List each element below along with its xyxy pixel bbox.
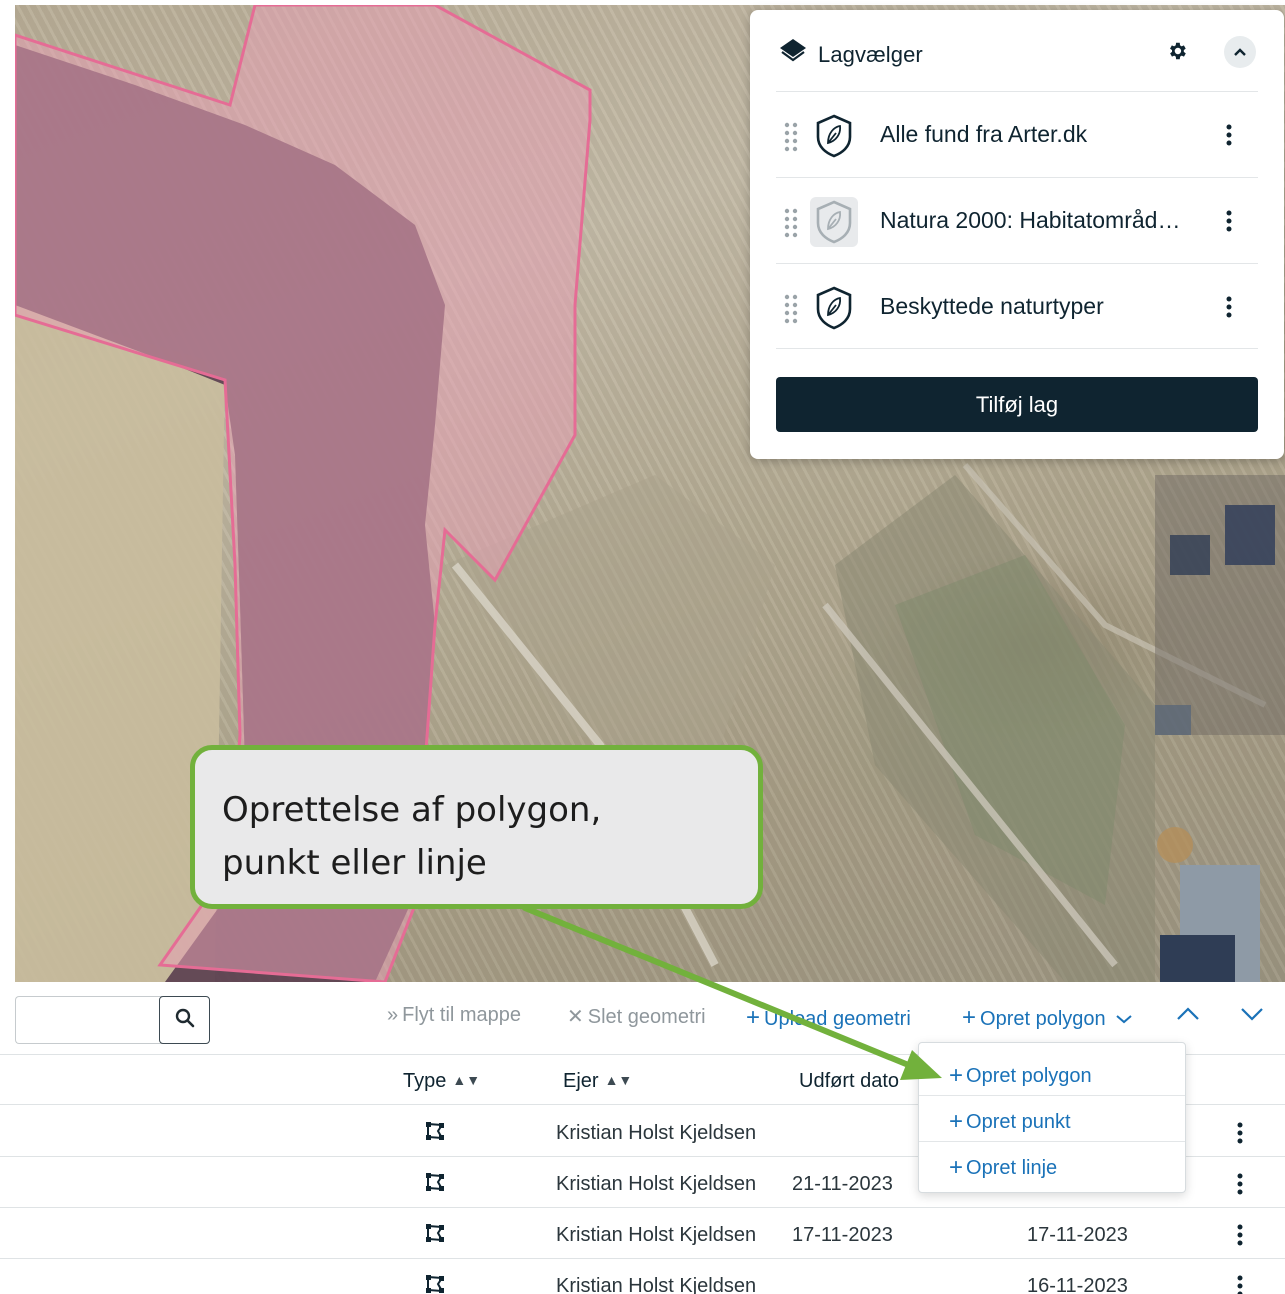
search-button[interactable]	[159, 996, 210, 1044]
layer-item-arter[interactable]: Alle fund fra Arter.dk	[776, 91, 1258, 177]
create-polygon-dropdown-button[interactable]: + Opret polygon	[962, 1004, 1133, 1032]
layer-label: Alle fund fra Arter.dk	[880, 121, 1088, 147]
search-input[interactable]	[15, 996, 165, 1044]
column-header-completed-date[interactable]: Udført dato	[799, 1070, 899, 1093]
chevron-down-icon[interactable]	[1240, 1006, 1264, 1027]
delete-geometry-button[interactable]: ✕ Slet geometri	[567, 1004, 706, 1029]
close-icon: ✕	[567, 1006, 584, 1028]
drag-handle-icon[interactable]	[784, 294, 798, 329]
polygon-type-icon	[425, 1172, 445, 1197]
menu-item-create-line[interactable]: + Opret linje	[919, 1142, 1185, 1188]
collapse-chevron-up-icon[interactable]	[1224, 36, 1256, 68]
layer-panel-header: Lagvælger	[776, 34, 1258, 74]
layer-selector-panel: Lagvælger Alle fund fra Arter.dk Natura …	[750, 10, 1284, 459]
annotation-callout: Oprettelse af polygon, punkt eller linje	[190, 745, 763, 909]
delete-geometry-label: Slet geometri	[587, 1006, 706, 1028]
layer-item-beskyttede-naturtyper[interactable]: Beskyttede naturtyper	[776, 263, 1258, 349]
table-row[interactable]: Kristian Holst Kjeldsen 17-11-2023 17-11…	[0, 1208, 1285, 1259]
move-to-folder-button[interactable]: » Flyt til mappe	[387, 1004, 521, 1027]
sort-icon: ▲▼	[452, 1072, 481, 1088]
plus-icon: +	[949, 1108, 964, 1135]
layer-panel-title: Lagvælger	[818, 42, 923, 67]
date-cell: 16-11-2023	[1027, 1275, 1128, 1294]
column-header-label: Ejer	[563, 1070, 599, 1092]
column-header-label: Type	[403, 1070, 447, 1092]
plus-icon: +	[949, 1154, 964, 1181]
drag-handle-icon[interactable]	[784, 208, 798, 243]
date-cell: 21-11-2023	[792, 1173, 893, 1195]
polygon-type-icon	[425, 1223, 445, 1248]
row-menu-kebab-icon[interactable]	[1228, 1120, 1252, 1146]
chevron-up-icon[interactable]	[1176, 1006, 1200, 1027]
plus-icon: +	[962, 1004, 977, 1031]
sort-icon: ▲▼	[604, 1072, 633, 1088]
date-cell: 17-11-2023	[792, 1224, 893, 1246]
row-menu-kebab-icon[interactable]	[1228, 1171, 1252, 1197]
layer-menu-kebab-icon[interactable]	[1216, 292, 1242, 322]
layer-label: Natura 2000: Habitatområd…	[880, 207, 1181, 233]
search-icon	[175, 1008, 195, 1033]
upload-geometry-label: Upload geometri	[764, 1008, 911, 1030]
row-menu-kebab-icon[interactable]	[1228, 1222, 1252, 1248]
shield-leaf-icon	[810, 283, 858, 333]
layer-item-natura2000[interactable]: Natura 2000: Habitatområd…	[776, 177, 1258, 263]
double-chevron-right-icon: »	[387, 1004, 399, 1026]
column-header-owner[interactable]: Ejer ▲▼	[563, 1070, 632, 1093]
callout-line: punkt eller linje	[222, 843, 487, 883]
callout-line: Oprettelse af polygon,	[222, 790, 602, 830]
table-row[interactable]: Kristian Holst Kjeldsen 16-11-2023	[0, 1259, 1285, 1294]
layer-label: Beskyttede naturtyper	[880, 293, 1104, 319]
menu-item-create-polygon[interactable]: + Opret polygon	[919, 1050, 1185, 1096]
layer-menu-kebab-icon[interactable]	[1216, 120, 1242, 150]
column-header-type[interactable]: Type ▲▼	[403, 1070, 480, 1093]
chevron-down-icon	[1116, 1015, 1132, 1024]
callout-text: Oprettelse af polygon, punkt eller linje	[222, 784, 601, 890]
owner-cell: Kristian Holst Kjeldsen	[556, 1224, 757, 1246]
menu-item-label: Opret linje	[966, 1157, 1058, 1179]
create-polygon-label: Opret polygon	[980, 1008, 1106, 1030]
create-geometry-dropdown-menu: + Opret polygon + Opret punkt + Opret linje	[918, 1042, 1186, 1193]
drag-handle-icon[interactable]	[784, 122, 798, 157]
upload-geometry-button[interactable]: + Upload geometri	[746, 1004, 911, 1032]
row-menu-kebab-icon[interactable]	[1228, 1273, 1252, 1294]
shield-leaf-icon	[810, 111, 858, 161]
plus-icon: +	[746, 1004, 761, 1031]
add-layer-button[interactable]: Tilføj lag	[776, 377, 1258, 432]
column-header-label: Udført dato	[799, 1070, 900, 1092]
date-cell: 17-11-2023	[1027, 1224, 1128, 1246]
menu-item-create-point[interactable]: + Opret punkt	[919, 1096, 1185, 1142]
owner-cell: Kristian Holst Kjeldsen	[556, 1173, 757, 1195]
shield-leaf-icon	[810, 197, 858, 247]
layer-menu-kebab-icon[interactable]	[1216, 206, 1242, 236]
panel-divider	[776, 348, 1258, 349]
settings-gear-icon[interactable]	[1162, 36, 1192, 66]
polygon-type-icon	[425, 1274, 445, 1294]
owner-cell: Kristian Holst Kjeldsen	[556, 1275, 757, 1294]
owner-cell: Kristian Holst Kjeldsen	[556, 1122, 757, 1144]
move-to-folder-label: Flyt til mappe	[402, 1004, 522, 1026]
polygon-type-icon	[425, 1121, 445, 1146]
plus-icon: +	[949, 1062, 964, 1089]
menu-item-label: Opret polygon	[966, 1065, 1092, 1087]
menu-item-label: Opret punkt	[966, 1111, 1071, 1133]
layers-icon	[778, 37, 808, 68]
